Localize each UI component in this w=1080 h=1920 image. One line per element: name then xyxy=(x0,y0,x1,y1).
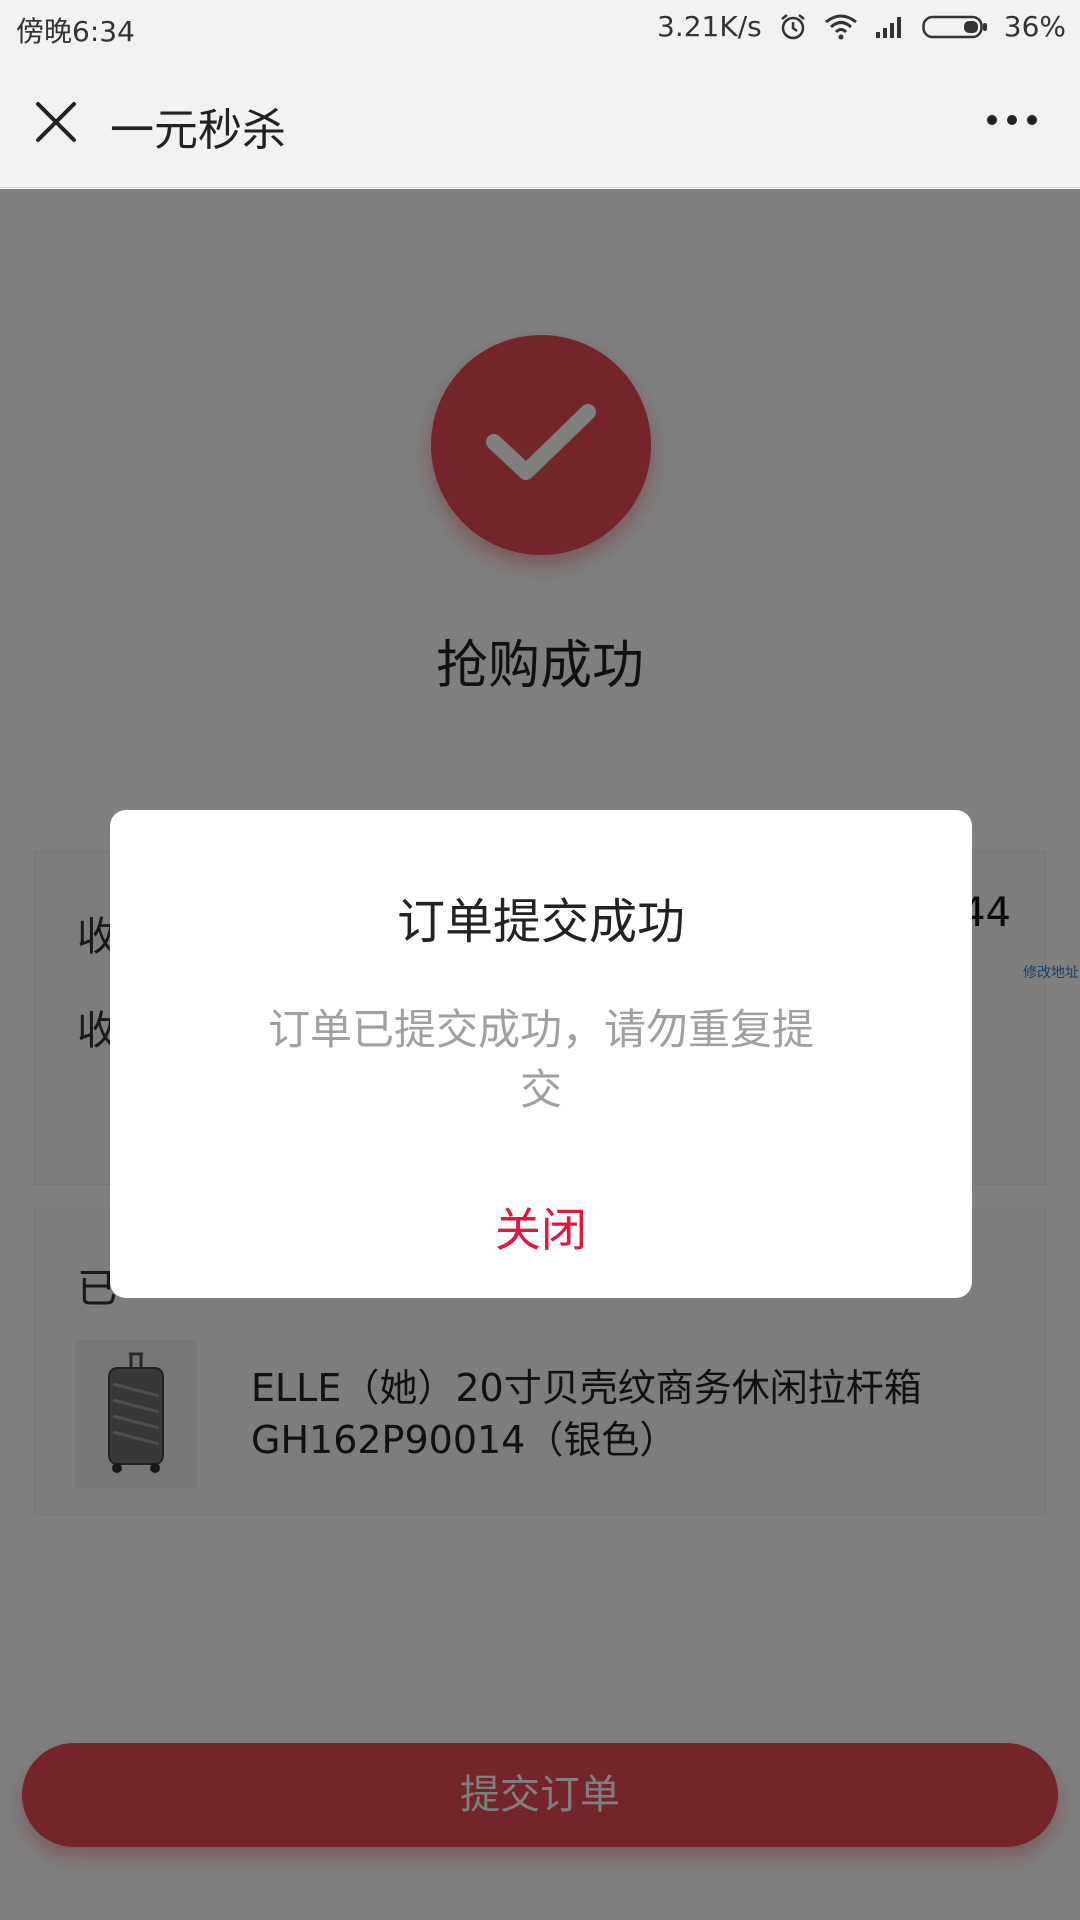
signal-icon xyxy=(874,14,906,40)
dialog-title: 订单提交成功 xyxy=(396,894,685,950)
battery-icon xyxy=(922,14,988,40)
page-title: 一元秒杀 xyxy=(110,105,286,156)
wifi-icon xyxy=(824,13,858,41)
more-icon[interactable] xyxy=(984,112,1040,128)
order-submitted-dialog: 订单提交成功 订单已提交成功，请勿重复提交 关闭 xyxy=(110,810,972,1298)
close-icon[interactable] xyxy=(30,96,82,148)
status-right: 3.21K/s 36% xyxy=(657,10,1066,43)
battery-percent: 36% xyxy=(1003,10,1066,43)
dialog-message: 订单已提交成功，请勿重复提交 xyxy=(267,1005,814,1114)
alarm-icon xyxy=(778,12,808,42)
status-bar: 傍晚6:34 3.21K/s 36% xyxy=(0,0,1080,56)
status-time: 傍晚6:34 xyxy=(16,15,135,48)
network-speed: 3.21K/s xyxy=(657,10,762,43)
dialog-close-button[interactable]: 关闭 xyxy=(441,1190,641,1270)
nav-bar: 一元秒杀 xyxy=(0,56,1080,188)
